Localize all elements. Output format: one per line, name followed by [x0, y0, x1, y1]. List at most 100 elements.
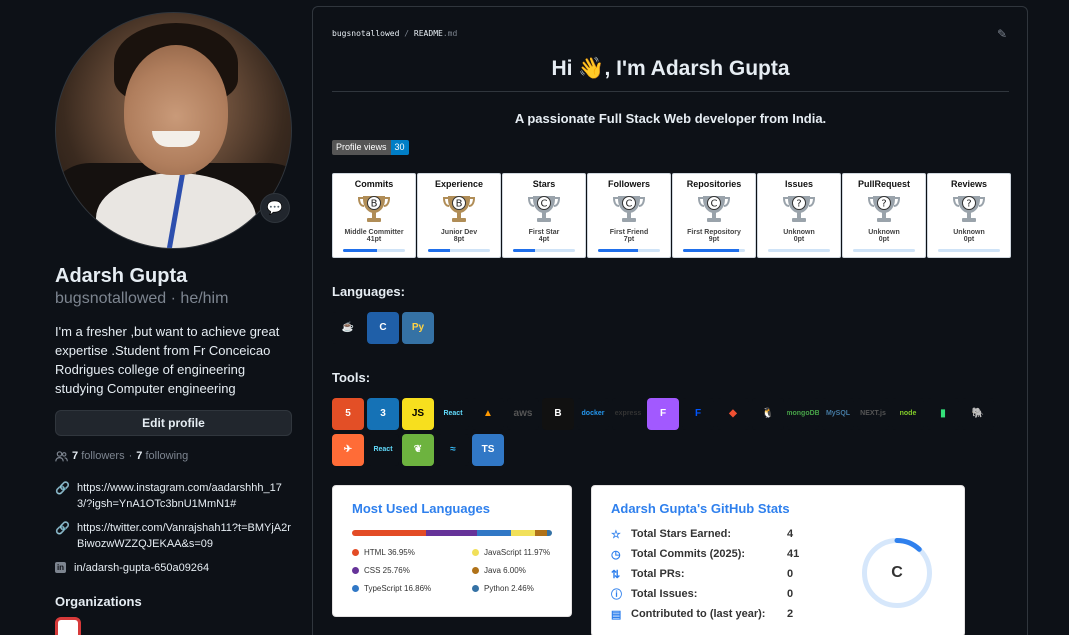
rank-circle: C [862, 538, 932, 608]
docker-icon[interactable]: docker [577, 398, 609, 430]
language-legend-item: HTML 36.95% [352, 548, 472, 557]
set-status-button[interactable]: 💬 [260, 193, 290, 223]
link-text[interactable]: https://twitter.com/Vanrajshah11?t=BMYjA… [77, 520, 292, 552]
javascript-icon[interactable]: JS [402, 398, 434, 430]
trophy-progress [853, 249, 915, 252]
trophy-card: Reviews? Unknown 0pt [927, 173, 1011, 258]
aws-icon[interactable]: aws [507, 398, 539, 430]
history-icon: ◷ [611, 548, 621, 561]
figma-icon[interactable]: F [647, 398, 679, 430]
git-icon[interactable]: ◆ [717, 398, 749, 430]
trophy-rank: C [626, 199, 633, 210]
repo-icon: ▤ [611, 608, 622, 621]
profile-name: Adarsh Gupta [55, 265, 188, 287]
css3-icon[interactable]: 3 [367, 398, 399, 430]
followers-link[interactable]: 7 followers [72, 450, 125, 462]
follow-stats: 7 followers · 7 following [55, 450, 292, 462]
breadcrumb-user[interactable]: bugsnotallowed [332, 29, 399, 38]
html5-icon[interactable]: 5 [332, 398, 364, 430]
language-bar-segment [477, 530, 512, 536]
profile-views-count: 30 [390, 140, 409, 155]
language-legend-item: JavaScript 11.97% [472, 548, 562, 557]
legend-label: Java 6.00% [484, 566, 526, 575]
followers-count: 7 [72, 450, 79, 462]
trophy-title: Commits [354, 179, 394, 189]
trophy-name: Unknown [953, 229, 985, 236]
social-link-linkedin[interactable]: in in/adarsh-gupta-650a09264 [55, 560, 292, 576]
legend-label: Python 2.46% [484, 584, 534, 593]
social-link-twitter[interactable]: 🔗 https://twitter.com/Vanrajshah11?t=BMYj… [55, 520, 292, 552]
trophy-name: Unknown [868, 229, 900, 236]
trophy-rank: C [541, 199, 548, 210]
linux-icon[interactable]: 🐧 [752, 398, 784, 430]
stat-label: Total PRs: [631, 568, 685, 580]
trophy-title: Reviews [950, 179, 988, 189]
trophy-progress [598, 249, 660, 252]
nodejs-icon[interactable]: node [892, 398, 924, 430]
legend-dot [472, 585, 479, 592]
top-languages-title: Most Used Languages [352, 501, 490, 516]
typescript-icon[interactable]: TS [472, 434, 504, 466]
trophy-rank: ? [966, 199, 971, 210]
pull-request-icon: ⇅ [611, 568, 621, 581]
trophy-points: 0pt [963, 236, 975, 243]
bootstrap-icon[interactable]: B [542, 398, 574, 430]
java-icon[interactable]: ☕ [332, 312, 364, 344]
trophy-title: Stars [532, 179, 556, 189]
stat-label: Total Issues: [631, 588, 698, 600]
trophy-progress [428, 249, 490, 252]
readme-tagline: A passionate Full Stack Web developer fr… [514, 111, 827, 126]
trophy-name: Unknown [783, 229, 815, 236]
stat-value: 0 [787, 568, 794, 580]
spring-icon[interactable]: ❦ [402, 434, 434, 466]
edit-profile-button[interactable]: Edit profile [55, 410, 292, 436]
python-icon[interactable]: Py [402, 312, 434, 344]
breadcrumb-separator: / [404, 29, 410, 38]
framer-icon[interactable]: F [682, 398, 714, 430]
comment-icon: 💬 [266, 200, 284, 215]
language-bar-segment [352, 530, 426, 536]
postgresql-icon[interactable]: 🐘 [962, 398, 994, 430]
linkedin-icon: in [55, 562, 66, 573]
trophy-card: Followers C First Friend 7pt [587, 173, 671, 258]
trophy-progress [938, 249, 1000, 252]
legend-label: HTML 36.95% [364, 548, 415, 557]
language-icons: ☕ C Py [332, 312, 1022, 348]
organization-avatar[interactable] [55, 617, 81, 635]
link-text[interactable]: https://www.instagram.com/aadarshhh_173/… [77, 480, 292, 512]
postman-icon[interactable]: ✈ [332, 434, 364, 466]
tailwind-icon[interactable]: ≈ [437, 434, 469, 466]
language-legend-item: TypeScript 16.86% [352, 584, 472, 593]
trophy-icon: C [697, 196, 731, 222]
social-link-instagram[interactable]: 🔗 https://www.instagram.com/aadarshhh_173… [55, 480, 292, 512]
react-native-icon[interactable]: React [367, 434, 399, 466]
following-label: following [145, 450, 189, 462]
stat-value: 4 [787, 528, 794, 540]
following-link[interactable]: 7 following [136, 450, 188, 462]
trophy-points: 41pt [366, 236, 382, 243]
breadcrumb-ext: .md [442, 29, 458, 38]
tools-heading: Tools: [332, 370, 371, 385]
trophy-points: 0pt [793, 236, 805, 243]
trophy-name: First Repository [687, 229, 741, 236]
nextjs-icon[interactable]: NEXT.js [857, 398, 889, 430]
trophy-rank: C [711, 199, 718, 210]
legend-dot [472, 549, 479, 556]
breadcrumb-file[interactable]: README [414, 29, 443, 38]
stat-label: Contributed to (last year): [631, 608, 766, 620]
mongodb-icon[interactable]: mongoDB [787, 398, 819, 430]
passport-icon[interactable]: ▮ [927, 398, 959, 430]
profile-views-label: Profile views [332, 140, 391, 155]
c-icon[interactable]: C [367, 312, 399, 344]
avatar[interactable] [55, 12, 292, 249]
profile-links: 🔗 https://www.instagram.com/aadarshhh_173… [55, 480, 292, 576]
express-icon[interactable]: express [612, 398, 644, 430]
trophy-rank: ? [796, 199, 801, 210]
aws-amplify-icon[interactable]: ▲ [472, 398, 504, 430]
mysql-icon[interactable]: MySQL [822, 398, 854, 430]
trophy-rank: B [371, 199, 378, 210]
edit-readme-button[interactable]: ✎ [997, 27, 1007, 41]
react-icon[interactable]: React [437, 398, 469, 430]
link-text[interactable]: in/adarsh-gupta-650a09264 [74, 560, 209, 576]
trophy-progress-fill [598, 249, 639, 252]
